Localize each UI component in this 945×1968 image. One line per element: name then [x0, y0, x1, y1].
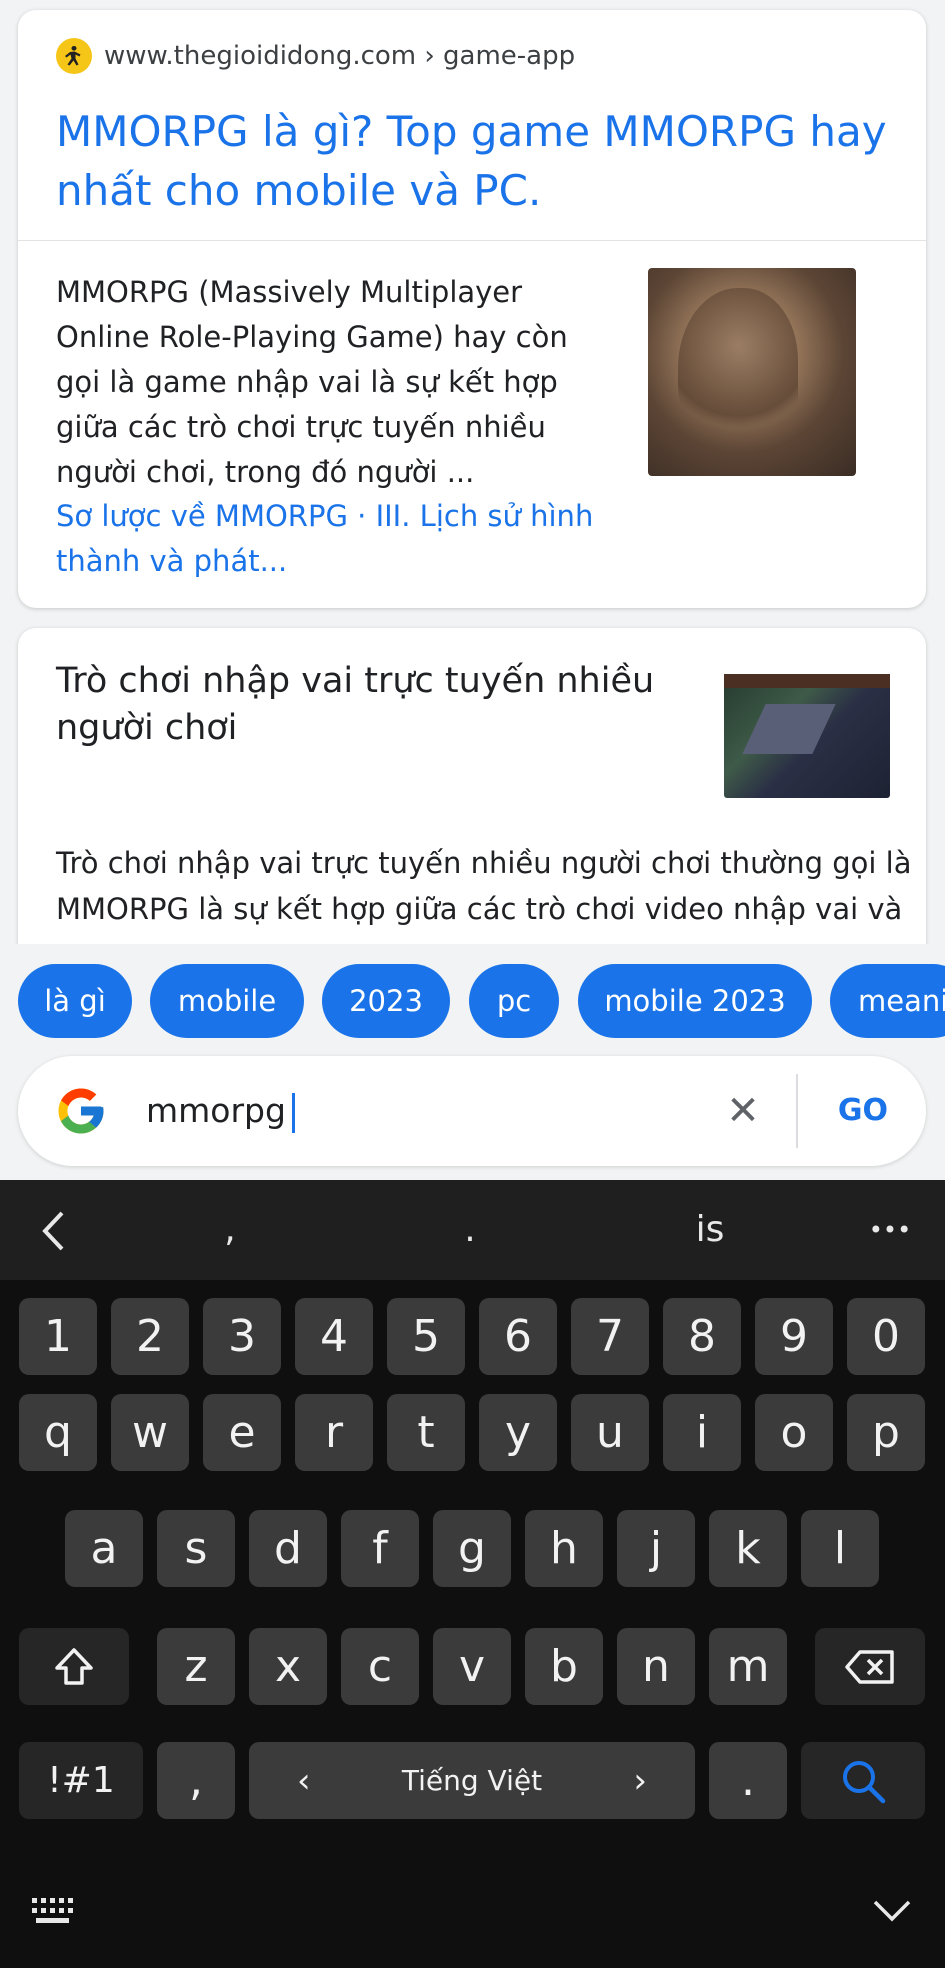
key-b[interactable]: b — [525, 1628, 603, 1705]
on-screen-keyboard: , . is ••• 1 2 3 4 5 6 7 8 9 0 q w e r t… — [0, 1180, 945, 1968]
result-thumbnail[interactable] — [724, 674, 890, 798]
symbols-key[interactable]: !#1 — [19, 1742, 143, 1819]
text-cursor — [291, 1092, 295, 1133]
divider — [18, 240, 926, 241]
chevron-left-icon[interactable] — [40, 1210, 66, 1252]
key-t[interactable]: t — [387, 1394, 465, 1471]
result-url: www.thegioididong.com › game-app — [104, 41, 576, 71]
key-2[interactable]: 2 — [111, 1298, 189, 1375]
key-x[interactable]: x — [249, 1628, 327, 1705]
suggestion-chip[interactable]: 2023 — [322, 964, 450, 1038]
search-input[interactable]: mmorpg — [146, 1084, 295, 1138]
result-sitelinks[interactable]: Sơ lược về MMORPG · III. Lịch sử hình th… — [56, 494, 616, 584]
suggestion-chip[interactable]: pc — [469, 964, 559, 1038]
result-source[interactable]: www.thegioididong.com › game-app — [56, 38, 575, 74]
key-j[interactable]: j — [617, 1510, 695, 1587]
search-icon — [843, 1760, 886, 1803]
site-favicon-icon — [56, 38, 92, 74]
key-p[interactable]: p — [847, 1394, 925, 1471]
suggestion-word[interactable]: , — [200, 1202, 260, 1258]
shift-icon — [55, 1647, 93, 1685]
suggestion-word[interactable]: . — [440, 1202, 500, 1258]
result-title-link[interactable]: MMORPG là gì? Top game MMORPG hay nhất c… — [56, 102, 906, 220]
period-key[interactable]: . — [709, 1742, 787, 1819]
key-d[interactable]: d — [249, 1510, 327, 1587]
search-result-card[interactable]: www.thegioididong.com › game-app MMORPG … — [18, 10, 926, 608]
key-q[interactable]: q — [19, 1394, 97, 1471]
key-9[interactable]: 9 — [755, 1298, 833, 1375]
key-e[interactable]: e — [203, 1394, 281, 1471]
search-key[interactable] — [801, 1742, 925, 1819]
key-o[interactable]: o — [755, 1394, 833, 1471]
go-button[interactable]: GO — [818, 1086, 908, 1136]
key-v[interactable]: v — [433, 1628, 511, 1705]
key-u[interactable]: u — [571, 1394, 649, 1471]
key-n[interactable]: n — [617, 1628, 695, 1705]
shift-key[interactable] — [19, 1628, 129, 1705]
key-w[interactable]: w — [111, 1394, 189, 1471]
key-0[interactable]: 0 — [847, 1298, 925, 1375]
language-prev-icon: ‹ — [297, 1760, 311, 1801]
suggestion-chip[interactable]: là gì — [18, 964, 132, 1038]
keyboard-keys: 1 2 3 4 5 6 7 8 9 0 q w e r t y u i o p … — [0, 1280, 945, 1968]
key-f[interactable]: f — [341, 1510, 419, 1587]
key-k[interactable]: k — [709, 1510, 787, 1587]
key-3[interactable]: 3 — [203, 1298, 281, 1375]
clear-button[interactable]: ✕ — [718, 1086, 768, 1136]
key-m[interactable]: m — [709, 1628, 787, 1705]
space-bar[interactable]: ‹ Tiếng Việt › — [249, 1742, 695, 1819]
key-8[interactable]: 8 — [663, 1298, 741, 1375]
suggestion-word[interactable]: is — [670, 1202, 750, 1258]
language-next-icon: › — [633, 1760, 647, 1801]
key-r[interactable]: r — [295, 1394, 373, 1471]
backspace-icon — [845, 1649, 894, 1684]
hide-keyboard-icon[interactable] — [872, 1898, 912, 1924]
key-6[interactable]: 6 — [479, 1298, 557, 1375]
search-bar[interactable]: mmorpg ✕ GO — [18, 1056, 926, 1166]
more-options-icon[interactable]: ••• — [860, 1202, 920, 1258]
key-y[interactable]: y — [479, 1394, 557, 1471]
result-snippet: MMORPG (Massively Multiplayer Online Rol… — [56, 275, 568, 489]
key-l[interactable]: l — [801, 1510, 879, 1587]
key-7[interactable]: 7 — [571, 1298, 649, 1375]
key-c[interactable]: c — [341, 1628, 419, 1705]
result-thumbnail[interactable] — [648, 268, 856, 476]
key-h[interactable]: h — [525, 1510, 603, 1587]
key-a[interactable]: a — [65, 1510, 143, 1587]
key-1[interactable]: 1 — [19, 1298, 97, 1375]
key-5[interactable]: 5 — [387, 1298, 465, 1375]
keyboard-suggestion-bar: , . is ••• — [0, 1180, 945, 1280]
result-snippet: Trò chơi nhập vai trực tuyến nhiều người… — [56, 846, 912, 926]
space-bar-label: Tiếng Việt — [401, 1764, 543, 1797]
suggestion-chip[interactable]: mobile 2023 — [578, 964, 812, 1038]
key-4[interactable]: 4 — [295, 1298, 373, 1375]
divider — [796, 1074, 798, 1148]
key-s[interactable]: s — [157, 1510, 235, 1587]
result-title[interactable]: Trò chơi nhập vai trực tuyến nhiều người… — [56, 658, 656, 752]
comma-key[interactable]: , — [157, 1742, 235, 1819]
key-g[interactable]: g — [433, 1510, 511, 1587]
suggestion-chip[interactable]: mobile — [150, 964, 304, 1038]
key-i[interactable]: i — [663, 1394, 741, 1471]
keyboard-switch-icon[interactable] — [30, 1896, 74, 1926]
backspace-key[interactable] — [815, 1628, 925, 1705]
google-logo-icon — [58, 1088, 104, 1134]
suggestion-chip[interactable]: meani — [830, 964, 945, 1038]
key-z[interactable]: z — [157, 1628, 235, 1705]
